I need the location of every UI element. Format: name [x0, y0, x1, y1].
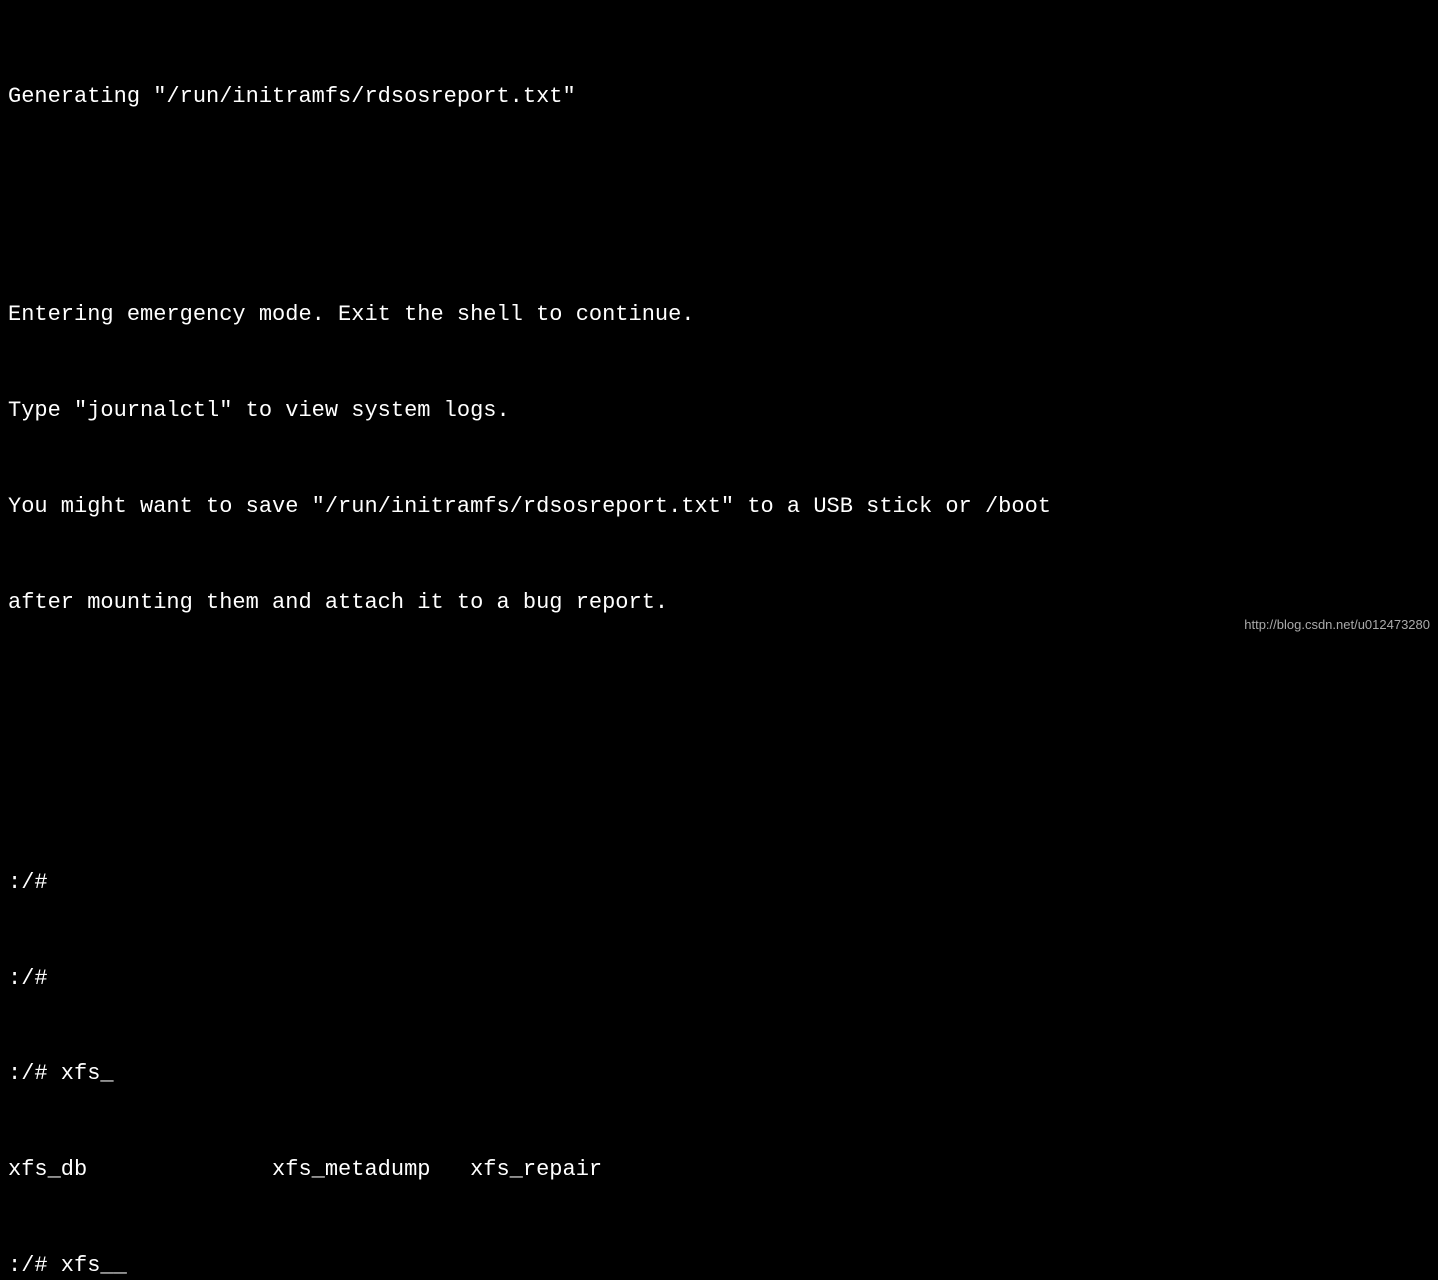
terminal-line-6: You might want to save "/run/initramfs/r…: [8, 490, 1430, 524]
terminal-window: Generating "/run/initramfs/rdsosreport.t…: [0, 0, 1438, 640]
terminal-line-1: Generating "/run/initramfs/rdsosreport.t…: [8, 80, 1430, 114]
terminal-line-12: :/#: [8, 962, 1430, 996]
terminal-line-7: after mounting them and attach it to a b…: [8, 586, 1430, 620]
terminal-line-5: Type "journalctl" to view system logs.: [8, 394, 1430, 428]
terminal-line-4: Entering emergency mode. Exit the shell …: [8, 298, 1430, 332]
terminal-line-15: :/# xfs__: [8, 1249, 1430, 1280]
terminal-line-14: xfs_db xfs_metadump xfs_repair: [8, 1153, 1430, 1187]
terminal-line-13: :/# xfs_: [8, 1057, 1430, 1091]
terminal-line-11: :/#: [8, 866, 1430, 900]
watermark: http://blog.csdn.net/u012473280: [1244, 617, 1430, 632]
